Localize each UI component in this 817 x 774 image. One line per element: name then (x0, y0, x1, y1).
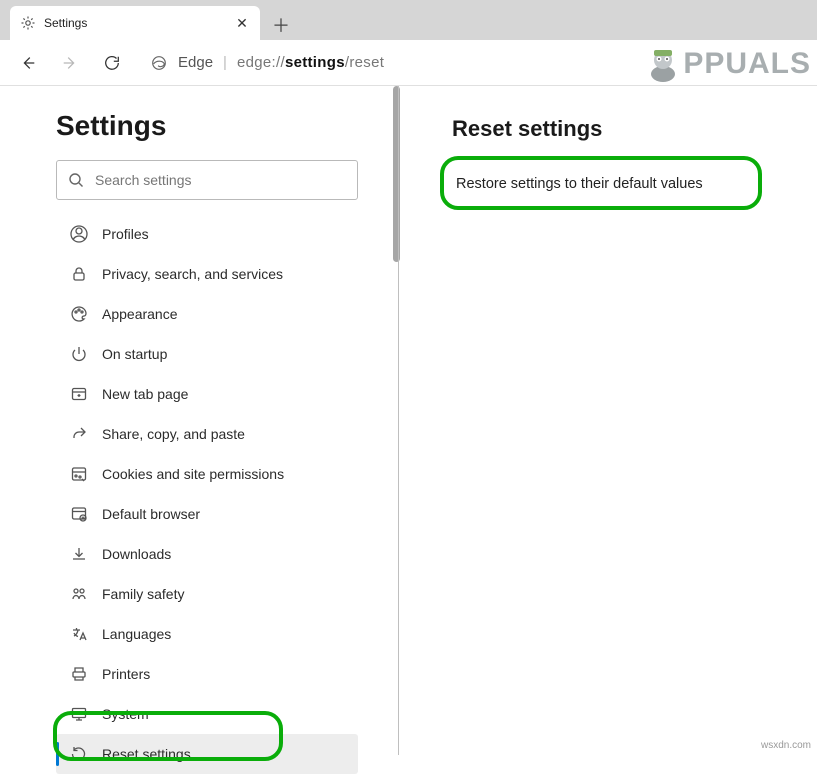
languages-icon (70, 625, 88, 643)
sidebar-item-cookies-and-site-permissions[interactable]: Cookies and site permissions (56, 454, 358, 494)
sidebar-item-downloads[interactable]: Downloads (56, 534, 358, 574)
sidebar-item-label: Downloads (102, 546, 171, 562)
restore-defaults-button[interactable]: Restore settings to their default values (452, 164, 772, 204)
sidebar-item-printers[interactable]: Printers (56, 654, 358, 694)
sidebar-item-reset-settings[interactable]: Reset settings (56, 734, 358, 774)
sidebar-item-label: Languages (102, 626, 171, 642)
system-icon (70, 705, 88, 723)
printer-icon (70, 665, 88, 683)
sidebar-item-privacy-search-and-services[interactable]: Privacy, search, and services (56, 254, 358, 294)
sidebar-item-label: On startup (102, 346, 167, 362)
back-button[interactable] (10, 45, 46, 81)
search-input[interactable] (56, 160, 358, 200)
reset-icon (70, 745, 88, 763)
appearance-icon (70, 305, 88, 323)
sidebar-item-languages[interactable]: Languages (56, 614, 358, 654)
sidebar-item-label: Default browser (102, 506, 200, 522)
sidebar-item-profiles[interactable]: Profiles (56, 214, 358, 254)
sidebar-item-label: Cookies and site permissions (102, 466, 284, 482)
sidebar-item-label: Privacy, search, and services (102, 266, 283, 282)
search-wrapper (56, 160, 358, 200)
lock-icon (70, 265, 88, 283)
tab-title: Settings (44, 16, 226, 30)
titlebar: Settings ✕ ＋ (0, 0, 817, 40)
sidebar-item-label: Profiles (102, 226, 149, 242)
sidebar-item-label: Appearance (102, 306, 178, 322)
sidebar-item-family-safety[interactable]: Family safety (56, 574, 358, 614)
profile-icon (70, 225, 88, 243)
sidebar-item-label: Printers (102, 666, 150, 682)
newtab-icon (70, 385, 88, 403)
address-separator: | (223, 54, 227, 71)
address-url: edge://settings/reset (237, 54, 384, 71)
content-area: Settings Profiles Privacy, search, and se… (0, 86, 817, 755)
download-icon (70, 545, 88, 563)
address-label: Edge (178, 54, 213, 71)
browser-tab[interactable]: Settings ✕ (10, 6, 260, 40)
forward-button[interactable] (52, 45, 88, 81)
sidebar-item-on-startup[interactable]: On startup (56, 334, 358, 374)
sidebar-item-label: Share, copy, and paste (102, 426, 245, 442)
sidebar-item-label: System (102, 706, 149, 722)
cookies-icon (70, 465, 88, 483)
edge-logo-icon (150, 54, 168, 72)
refresh-button[interactable] (94, 45, 130, 81)
power-icon (70, 345, 88, 363)
settings-sidebar: Settings Profiles Privacy, search, and se… (0, 86, 398, 755)
sidebar-item-new-tab-page[interactable]: New tab page (56, 374, 358, 414)
sidebar-heading: Settings (56, 110, 398, 142)
sidebar-item-appearance[interactable]: Appearance (56, 294, 358, 334)
main-panel: Reset settings Restore settings to their… (398, 86, 817, 755)
search-icon (68, 172, 84, 188)
family-icon (70, 585, 88, 603)
tab-close-button[interactable]: ✕ (234, 15, 250, 31)
main-heading: Reset settings (452, 116, 817, 142)
share-icon (70, 425, 88, 443)
sidebar-item-label: New tab page (102, 386, 188, 402)
address-bar[interactable]: Edge | edge://settings/reset (150, 54, 384, 72)
sidebar-item-label: Family safety (102, 586, 184, 602)
new-tab-button[interactable]: ＋ (266, 10, 296, 40)
sidebar-nav-list: Profiles Privacy, search, and services App… (56, 214, 358, 774)
sidebar-item-default-browser[interactable]: Default browser (56, 494, 358, 534)
gear-icon (20, 15, 36, 31)
sidebar-item-label: Reset settings (102, 746, 191, 762)
sidebar-item-system[interactable]: System (56, 694, 358, 734)
toolbar: Edge | edge://settings/reset (0, 40, 817, 86)
defaultbrowser-icon (70, 505, 88, 523)
sidebar-item-share-copy-and-paste[interactable]: Share, copy, and paste (56, 414, 358, 454)
